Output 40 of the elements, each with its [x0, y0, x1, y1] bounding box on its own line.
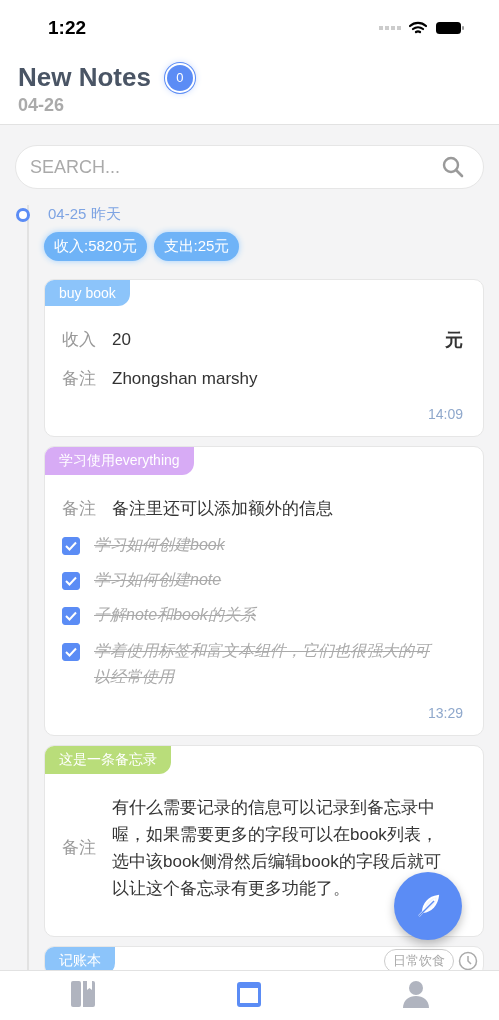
note-tag: 学习使用everything	[45, 447, 194, 476]
checklist-item-text: 子解note和book的关系	[94, 605, 256, 626]
note-card[interactable]: buy book 收入 20 元 备注 Zhongshan marshy 14:09	[44, 279, 484, 438]
note-time: 14:09	[426, 405, 464, 425]
unit-label: 元	[445, 328, 463, 352]
checkbox[interactable]	[62, 536, 80, 555]
timeline-dot	[16, 208, 30, 222]
summary-chip: 支出:25元	[153, 232, 240, 261]
field-label: 备注	[62, 837, 97, 860]
checkbox[interactable]	[62, 642, 80, 661]
note-time: 13:29	[426, 703, 464, 723]
note-tag: 这是一条备忘录	[45, 745, 171, 774]
day-date: 04-25 昨天	[48, 205, 122, 224]
field-value: Zhongshan marshy	[112, 368, 259, 391]
header-date: 04-26	[18, 95, 66, 116]
battery-icon	[435, 21, 465, 35]
field-value: 备注里还可以添加额外的信息	[112, 498, 334, 521]
note-card[interactable]: 学习使用everything 备注 备注里还可以添加额外的信息 学习如何创建book 学习如何创建note 子解note和book的关系 学着使用标签和富文本组件，它们也很强大的可以经常使用 13:29	[44, 446, 484, 736]
status-time: 1:22	[48, 17, 87, 39]
page-title: New Notes	[18, 62, 151, 93]
summary-chip: 收入:5820元	[44, 232, 147, 261]
field-value: 20	[112, 329, 132, 351]
checklist-item-text: 学习如何创建book	[94, 534, 225, 555]
search-field[interactable]: SEARCH...	[15, 145, 484, 189]
clock-icon	[458, 951, 478, 970]
checkbox[interactable]	[62, 607, 80, 626]
field-label: 备注	[62, 498, 97, 521]
search-icon[interactable]	[442, 156, 464, 178]
wifi-icon	[409, 21, 427, 35]
checklist-item-text: 学着使用标签和富文本组件，它们也很强大的可以经常使用	[94, 637, 443, 691]
note-tag: 记账本	[45, 947, 115, 970]
checklist-item-text: 学习如何创建note	[94, 569, 222, 590]
field-label: 备注	[62, 368, 97, 391]
checkbox[interactable]	[62, 571, 80, 590]
count-badge: 0	[166, 64, 193, 91]
field-value: 有什么需要记录的信息可以记录到备忘录中喔，如果需要更多的字段可以在book列表，选中该book侧滑然后编辑book的字段后就可以让这个备忘录有更多功能了。	[112, 796, 442, 901]
note-tag: buy book	[45, 280, 130, 306]
signal-icon	[379, 25, 401, 31]
feather-icon	[415, 893, 441, 919]
field-label: 收入	[62, 329, 97, 352]
